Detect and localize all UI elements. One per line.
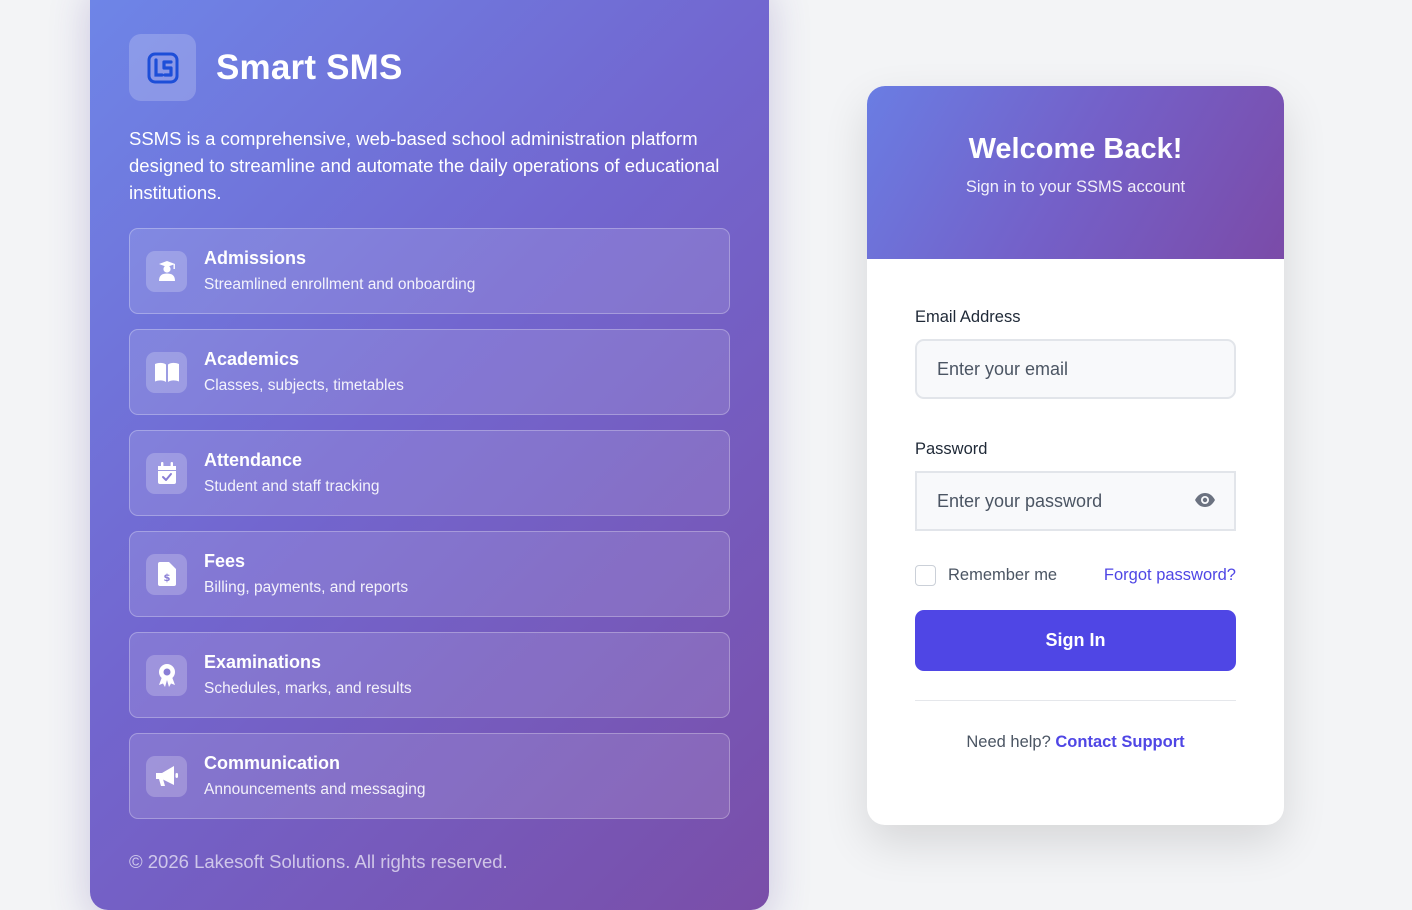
password-label: Password — [915, 440, 988, 458]
feature-academics: Academics Classes, subjects, timetables — [129, 329, 730, 415]
feature-subtitle: Student and staff tracking — [204, 477, 380, 495]
feature-list: Admissions Streamlined enrollment and on… — [129, 228, 730, 834]
login-header: Welcome Back! Sign in to your SSMS accou… — [867, 86, 1284, 259]
feature-subtitle: Classes, subjects, timetables — [204, 376, 404, 394]
email-field[interactable]: Enter your email — [915, 339, 1236, 399]
calendar-check-icon — [146, 452, 187, 494]
feature-examinations: Examinations Schedules, marks, and resul… — [129, 632, 730, 718]
brand-name: Smart SMS — [216, 47, 403, 87]
feature-title: Communication — [204, 752, 341, 773]
feature-subtitle: Billing, payments, and reports — [204, 578, 409, 596]
login-card: Welcome Back! Sign in to your SSMS accou… — [867, 86, 1284, 825]
svg-text:$: $ — [163, 573, 170, 584]
feature-admissions: Admissions Streamlined enrollment and on… — [129, 228, 730, 314]
feature-communication: Communication Announcements and messagin… — [129, 733, 730, 819]
copyright-text: © 2026 Lakesoft Solutions. All rights re… — [129, 851, 508, 872]
feature-subtitle: Schedules, marks, and results — [204, 679, 412, 697]
feature-title: Fees — [204, 550, 246, 571]
email-placeholder: Enter your email — [937, 358, 1069, 379]
email-label: Email Address — [915, 308, 1021, 326]
book-icon — [146, 351, 187, 393]
login-title: Welcome Back! — [968, 133, 1183, 165]
feature-attendance: Attendance Student and staff tracking — [129, 430, 730, 516]
remember-label[interactable]: Remember me — [948, 566, 1057, 585]
feature-title: Academics — [204, 348, 300, 369]
help-label: Need help? — [966, 733, 1051, 751]
forgot-password-link[interactable]: Forgot password? — [1104, 566, 1236, 585]
contact-support-link[interactable]: Contact Support — [1055, 733, 1184, 751]
remember-row: Remember me Forgot password? — [915, 565, 1236, 586]
sign-in-button[interactable]: Sign In — [915, 610, 1236, 671]
invoice-dollar-icon: $ — [146, 553, 187, 595]
brand-panel: Smart SMS SSMS is a comprehensive, web-b… — [90, 0, 769, 910]
award-icon — [146, 654, 187, 696]
feature-subtitle: Announcements and messaging — [204, 780, 426, 798]
eye-icon[interactable] — [1194, 492, 1216, 513]
remember-me[interactable]: Remember me — [915, 565, 1057, 586]
feature-title: Examinations — [204, 651, 322, 672]
feature-subtitle: Streamlined enrollment and onboarding — [204, 275, 476, 293]
login-subtitle: Sign in to your SSMS account — [965, 178, 1186, 196]
password-placeholder: Enter your password — [937, 490, 1103, 511]
feature-title: Attendance — [204, 449, 303, 470]
graduate-icon — [146, 250, 187, 292]
remember-checkbox[interactable] — [915, 565, 936, 586]
login-form: Email Address Enter your email Password … — [915, 308, 1236, 752]
password-field[interactable]: Enter your password — [915, 471, 1236, 531]
feature-title: Admissions — [204, 247, 307, 268]
brand-description: SSMS is a comprehensive, web-based schoo… — [129, 128, 720, 203]
feature-fees: $ Fees Billing, payments, and reports — [129, 531, 730, 617]
brand-header: Smart SMS — [129, 34, 403, 101]
help-text: Need help? Contact Support — [915, 733, 1236, 752]
ssms-logo-icon — [129, 34, 196, 101]
megaphone-icon — [146, 755, 187, 797]
divider — [915, 700, 1236, 701]
